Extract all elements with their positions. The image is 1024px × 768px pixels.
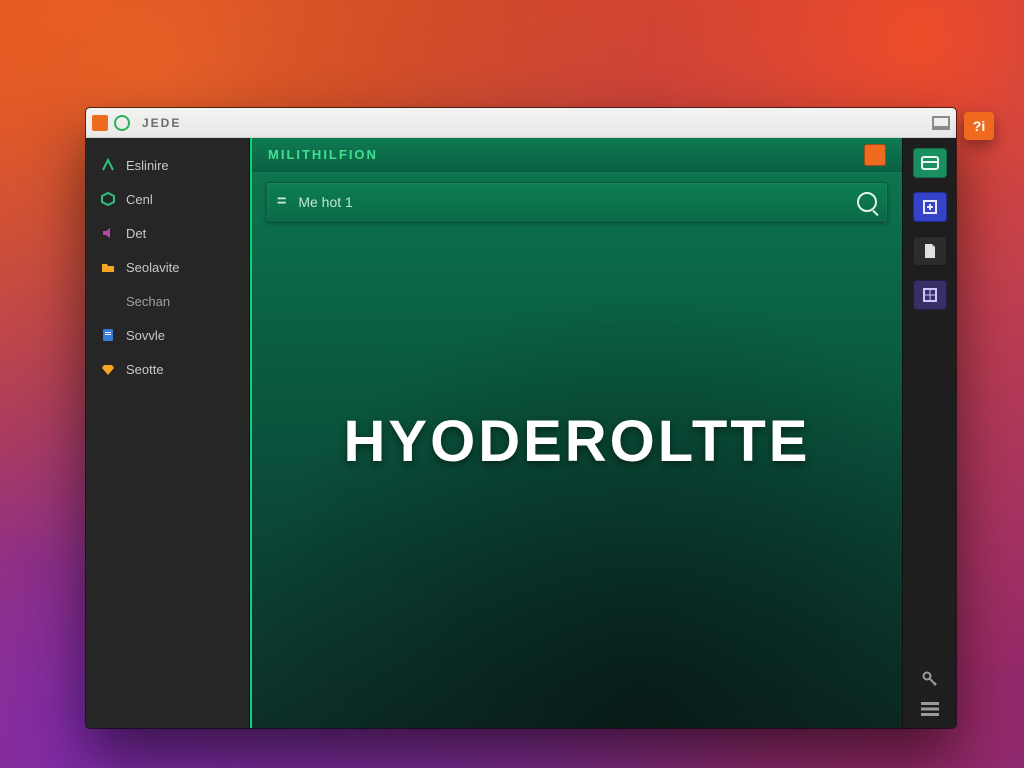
card-icon [921, 156, 939, 170]
app-window: JEDE Eslinire Cenl [86, 108, 956, 728]
sidebar-item-det[interactable]: Det [86, 216, 249, 250]
sidebar-item-label: Sechan [126, 294, 170, 309]
folder-icon [100, 259, 116, 275]
sidebar: Eslinire Cenl Det [86, 138, 250, 728]
sidebar-item-seolavite[interactable]: Seolavite [86, 250, 249, 284]
page-icon [923, 243, 937, 259]
desktop-background: JEDE Eslinire Cenl [0, 0, 1024, 768]
rail-btn-tool[interactable] [913, 192, 947, 222]
window-control-green[interactable] [114, 115, 130, 131]
arrow-icon [100, 157, 116, 173]
sidebar-item-seotte[interactable]: Seotte [86, 352, 249, 386]
window-control-orange[interactable] [92, 115, 108, 131]
floating-help-chip[interactable]: ?i [964, 112, 994, 140]
sidebar-item-label: Seotte [126, 362, 164, 377]
chip-label: ?i [973, 118, 985, 134]
sidebar-item-cenl[interactable]: Cenl [86, 182, 249, 216]
sidebar-item-label: Seolavite [126, 260, 179, 275]
equals-icon: = [277, 193, 286, 211]
hex-icon [100, 191, 116, 207]
rail-btn-page[interactable] [913, 236, 947, 266]
rail-list-icon[interactable] [921, 702, 939, 716]
search-bar[interactable]: = [266, 182, 888, 222]
search-icon[interactable] [857, 192, 877, 212]
titlebar[interactable]: JEDE [86, 108, 956, 138]
document-icon [100, 327, 116, 343]
grid-icon [922, 287, 938, 303]
rail-key-icon[interactable] [921, 670, 939, 688]
sidebar-item-eslinire[interactable]: Eslinire [86, 148, 249, 182]
window-title: JEDE [142, 116, 181, 130]
right-rail [902, 138, 956, 728]
rail-btn-card[interactable] [913, 148, 947, 178]
main-header: MILITHILFION [252, 138, 902, 172]
sidebar-item-label: Det [126, 226, 146, 241]
sidebar-item-label: Cenl [126, 192, 153, 207]
hero-title: HYODEROLTTE [252, 408, 902, 475]
circle-icon [114, 115, 130, 131]
header-action-button[interactable] [864, 144, 886, 166]
speaker-icon [100, 225, 116, 241]
window-minimize-icon[interactable] [932, 116, 950, 130]
sidebar-item-sechan[interactable]: Sechan [86, 284, 249, 318]
main-panel: MILITHILFION = HYODEROLTTE [250, 138, 902, 728]
main-header-label: MILITHILFION [268, 147, 864, 162]
sidebar-item-sovvle[interactable]: Sovvle [86, 318, 249, 352]
sidebar-item-label: Sovvle [126, 328, 165, 343]
rail-btn-grid[interactable] [913, 280, 947, 310]
gem-icon [100, 361, 116, 377]
search-input[interactable] [298, 194, 857, 210]
sidebar-item-label: Eslinire [126, 158, 169, 173]
tool-icon [922, 199, 938, 215]
